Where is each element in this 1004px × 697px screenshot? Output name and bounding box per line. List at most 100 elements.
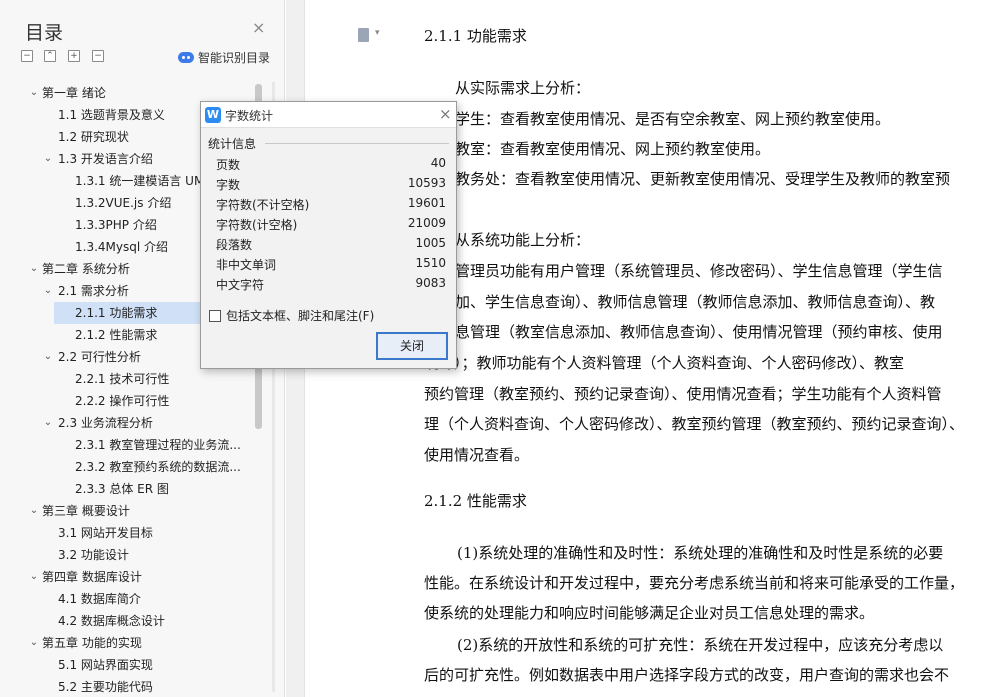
toc-item-label: 2.2.2 操作可行性 — [75, 394, 170, 408]
expand-level-button[interactable]: ⌃ — [44, 50, 56, 62]
toc-item-label: 1.2 研究现状 — [58, 130, 129, 144]
chevron-down-icon[interactable]: ⌄ — [28, 632, 40, 654]
chevron-down-icon[interactable]: ⌄ — [42, 280, 54, 302]
toc-item[interactable]: 3.1 网站开发目标 — [20, 522, 265, 544]
chevron-down-icon[interactable]: ⌄ — [42, 412, 54, 434]
close-icon[interactable]: × — [252, 20, 265, 36]
stat-row: 中文字符 9083 — [216, 276, 446, 296]
smart-toc-button[interactable]: 智能识别目录 — [178, 49, 270, 66]
stat-value: 9083 — [415, 276, 446, 290]
add-heading-button[interactable]: + — [68, 50, 80, 62]
stat-value: 10593 — [407, 176, 446, 190]
paragraph-line: 加、学生信息查询）、教师信息管理（教师信息添加、教师信息查询）、教 — [455, 293, 936, 311]
include-textbox-checkbox-row[interactable]: 包括文本框、脚注和尾注(F) — [209, 307, 374, 324]
include-textbox-label: 包括文本框、脚注和尾注(F) — [226, 309, 375, 323]
toc-item-label: 2.3.1 教室管理过程的业务流... — [75, 438, 241, 452]
stat-row: 页数 40 — [216, 156, 446, 176]
dialog-titlebar[interactable]: W 字数统计 × — [201, 102, 456, 128]
paragraph-line: 息管理（教室信息添加、教师信息查询）、使用情况管理（预约审核、使用 — [455, 323, 943, 341]
paragraph-line: 使系统的处理能力和响应时间能够满足企业对员工信息处理的需求。 — [424, 604, 875, 622]
stat-label: 段落数 — [216, 238, 253, 252]
stat-value: 40 — [430, 156, 446, 170]
paragraph-line: 从实际需求上分析： — [455, 79, 591, 97]
section-divider — [265, 143, 449, 144]
toc-item[interactable]: 2.3.1 教室管理过程的业务流... — [20, 434, 265, 456]
paragraph-line: 统计）；教师功能有个人资料管理（个人资料查询、个人密码修改）、教室 — [424, 354, 905, 372]
paragraph-line: 从系统功能上分析： — [455, 231, 591, 249]
toc-title: 目录 — [25, 22, 64, 44]
toc-item[interactable]: ⌄ 2.3 业务流程分析 — [20, 412, 265, 434]
stat-value: 19601 — [407, 196, 446, 210]
toc-item[interactable]: ⌄ 第三章 概要设计 — [20, 500, 265, 522]
stat-row: 字符数(不计空格) 19601 — [216, 196, 446, 216]
toc-item-label: 第四章 数据库设计 — [42, 570, 142, 584]
document-icon[interactable] — [358, 28, 369, 42]
chevron-down-icon[interactable]: ⌄ — [28, 82, 40, 104]
toc-item[interactable]: ⌄ 第四章 数据库设计 — [20, 566, 265, 588]
toc-item[interactable]: 4.1 数据库简介 — [20, 588, 265, 610]
chevron-down-icon[interactable]: ▾ — [375, 28, 380, 38]
toc-item-label: 4.2 数据库概念设计 — [58, 614, 165, 628]
toc-item[interactable]: ⌄ 第五章 功能的实现 — [20, 632, 265, 654]
paragraph-line: 管理员功能有用户管理（系统管理员、修改密码）、学生信息管理（学生信 — [455, 262, 943, 280]
toc-item-label: 5.2 主要功能代码 — [58, 680, 153, 694]
toc-item-label: 1.1 选题背景及意义 — [58, 108, 165, 122]
section-heading: 2.1.1 功能需求 — [424, 27, 527, 45]
paragraph-line: 教务处：查看教室使用情况、更新教室使用情况、受理学生及教师的教室预 — [455, 170, 951, 188]
toc-item[interactable]: 2.3.2 教室预约系统的数据流... — [20, 456, 265, 478]
toc-item-label: 2.3.3 总体 ER 图 — [75, 482, 169, 496]
toc-item-label: 1.3.1 统一建模语言 UML — [75, 174, 211, 188]
chevron-down-icon[interactable]: ⌄ — [28, 566, 40, 588]
stat-row: 段落数 1005 — [216, 236, 446, 256]
toc-item[interactable]: 3.2 功能设计 — [20, 544, 265, 566]
stat-value: 1005 — [415, 236, 446, 250]
toc-item-label: 2.2 可行性分析 — [58, 350, 141, 364]
paragraph-line: (1)系统处理的准确性和及时性：系统处理的准确性和及时性是系统的必要 — [457, 544, 944, 562]
toc-item-label: 3.1 网站开发目标 — [58, 526, 153, 540]
toc-item-label: 1.3.3PHP 介绍 — [75, 218, 157, 232]
stat-label: 页数 — [216, 158, 241, 172]
paragraph-line: 学生：查看教室使用情况、是否有空余教室、网上预约教室使用。 — [455, 110, 891, 128]
close-icon[interactable]: × — [439, 105, 452, 123]
paragraph-line: 预约管理（教室预约、预约记录查询）、使用情况查看；学生功能有个人资料管 — [424, 385, 942, 403]
stat-label: 中文字符 — [216, 278, 265, 292]
collapse-all-button[interactable]: − — [21, 50, 33, 62]
stat-value: 21009 — [407, 216, 446, 230]
stat-label: 非中文单词 — [216, 258, 277, 272]
toc-item[interactable]: 2.2.2 操作可行性 — [20, 390, 265, 412]
chevron-down-icon[interactable]: ⌄ — [42, 148, 54, 170]
toc-item-label: 第一章 绪论 — [42, 86, 106, 100]
stat-label: 字符数(不计空格) — [216, 198, 310, 212]
chevron-down-icon[interactable]: ⌄ — [42, 346, 54, 368]
paragraph-line: 理（个人资料查询、个人密码修改）、教室预约管理（教室预约、预约记录查询）、 — [424, 415, 965, 433]
remove-heading-button[interactable]: − — [92, 50, 104, 62]
toc-item-label: 1.3 开发语言介绍 — [58, 152, 153, 166]
include-textbox-checkbox[interactable] — [209, 309, 221, 322]
toc-item-label: 2.3 业务流程分析 — [58, 416, 153, 430]
stat-row: 字数 10593 — [216, 176, 446, 196]
close-button[interactable]: 关闭 — [376, 332, 448, 360]
toc-item-label: 第三章 概要设计 — [42, 504, 130, 518]
toc-item-label: 2.2.1 技术可行性 — [75, 372, 170, 386]
toc-item[interactable]: 2.3.3 总体 ER 图 — [20, 478, 265, 500]
toc-item[interactable]: 4.2 数据库概念设计 — [20, 610, 265, 632]
stat-label: 字数 — [216, 178, 241, 192]
chevron-down-icon[interactable]: ⌄ — [28, 258, 40, 280]
toc-item-label: 第五章 功能的实现 — [42, 636, 142, 650]
stat-label: 字符数(计空格) — [216, 218, 298, 232]
paragraph-line: 性能。在系统设计和开发过程中，要充分考虑系统当前和将来可能承受的工作量， — [424, 574, 965, 592]
toc-item-label: 2.1.2 性能需求 — [75, 328, 158, 342]
toc-item[interactable]: 2.2.1 技术可行性 — [20, 368, 265, 390]
stat-value: 1510 — [415, 256, 446, 270]
wps-writer-icon: W — [205, 107, 221, 123]
toc-item-label: 2.1.1 功能需求 — [75, 306, 158, 320]
dialog-title: 字数统计 — [225, 109, 274, 123]
stat-row: 非中文单词 1510 — [216, 256, 446, 276]
toc-item-label: 第二章 系统分析 — [42, 262, 130, 276]
toc-item[interactable]: 5.1 网站界面实现 — [20, 654, 265, 676]
toc-item-label: 1.3.4Mysql 介绍 — [75, 240, 169, 254]
chevron-down-icon[interactable]: ⌄ — [28, 500, 40, 522]
paragraph-line: 后的可扩充性。例如数据表中用户选择字段方式的改变，用户查询的需求也会不 — [424, 666, 950, 684]
toc-item[interactable]: 5.2 主要功能代码 — [20, 676, 265, 697]
word-count-dialog: W 字数统计 × 统计信息 页数 40 字数 10593 字符数(不计空格) 19601 字… — [200, 101, 457, 369]
